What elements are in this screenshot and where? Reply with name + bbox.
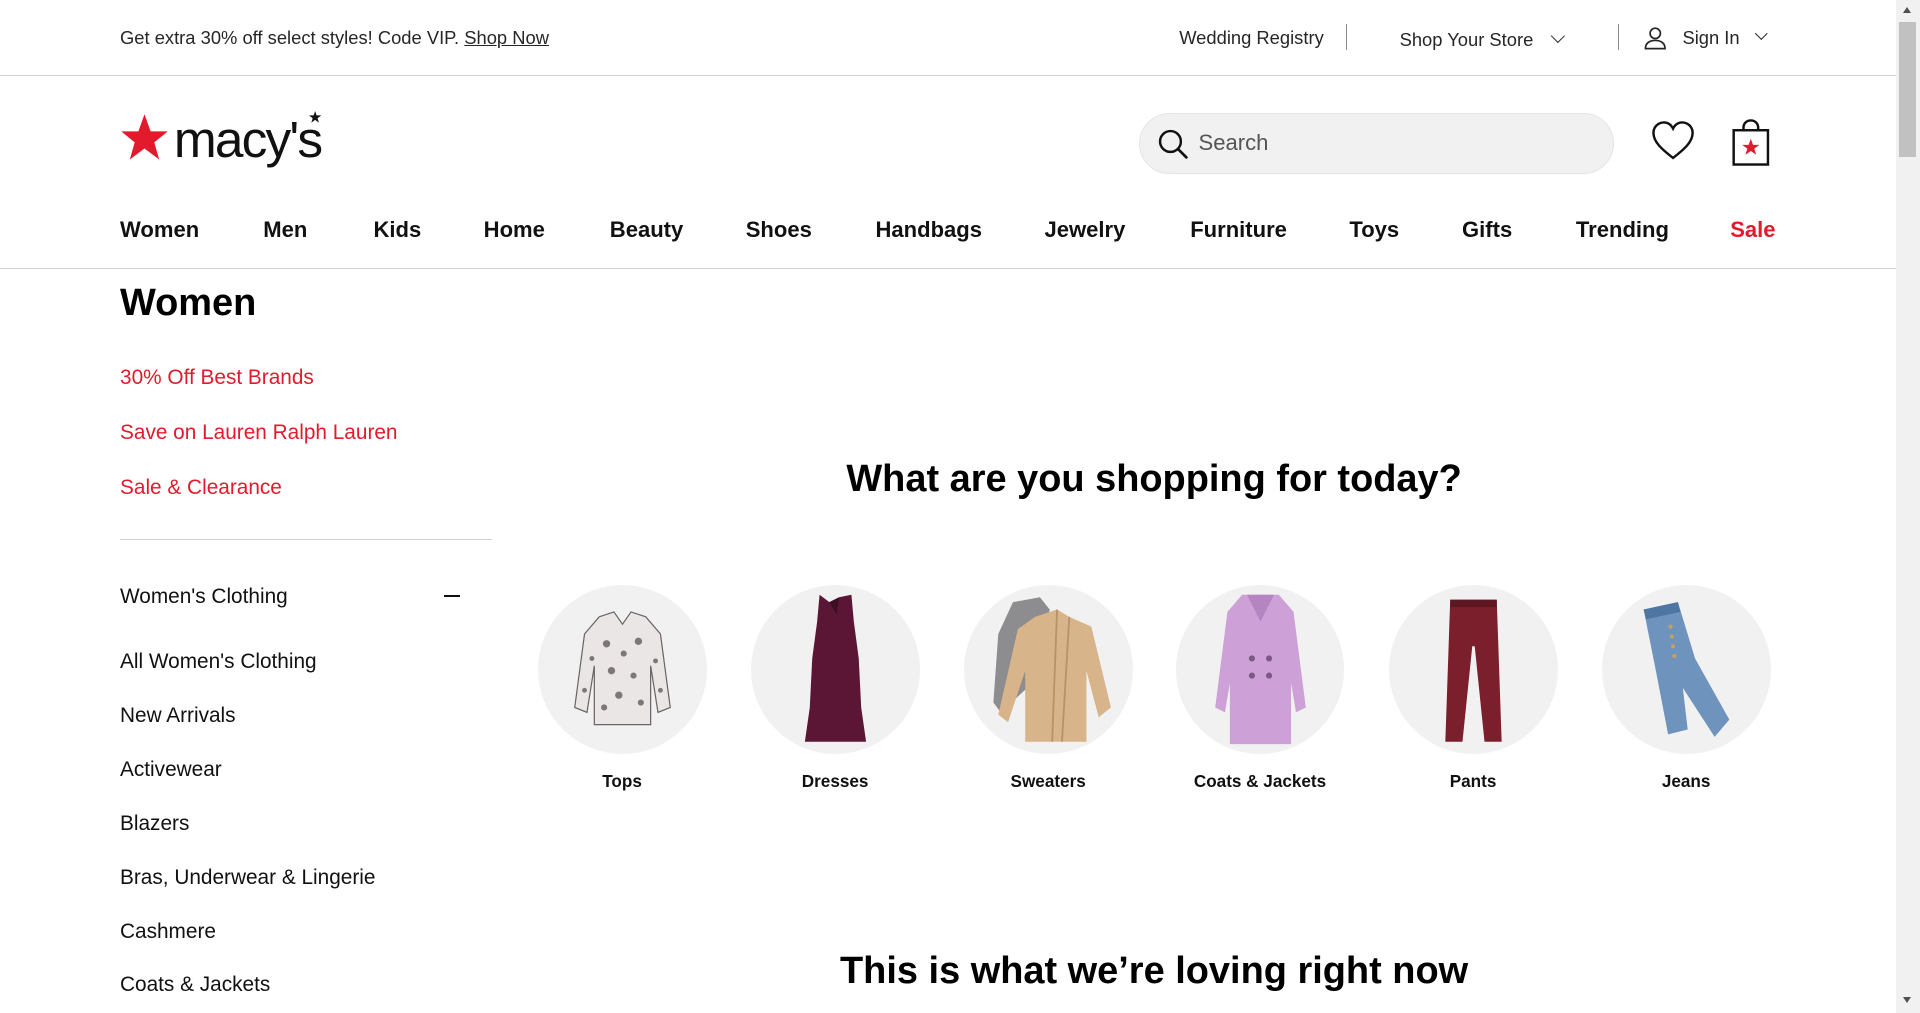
sidebar-item-new-arrivals[interactable]: New Arrivals <box>120 704 236 728</box>
divider <box>120 538 493 540</box>
nav-beauty[interactable]: Beauty <box>610 217 683 243</box>
category-label[interactable]: Pants <box>1389 771 1558 792</box>
promo-link-best-brands[interactable]: 30% Off Best Brands <box>120 366 314 390</box>
nav-trending[interactable]: Trending <box>1576 217 1669 243</box>
search-icon[interactable] <box>1157 128 1189 160</box>
nav-women[interactable]: Women <box>120 217 199 243</box>
nav-home[interactable]: Home <box>484 217 545 243</box>
logo-wordmark: macy's <box>173 109 323 168</box>
category-label[interactable]: Sweaters <box>964 771 1133 792</box>
collapse-icon[interactable] <box>444 595 461 597</box>
nav-handbags[interactable]: Handbags <box>876 217 983 243</box>
promo-banner: Get extra 30% off select styles! Code VI… <box>120 27 549 49</box>
star-icon <box>121 113 168 160</box>
shopping-bag-icon[interactable] <box>1730 118 1772 167</box>
shop-now-link[interactable]: Shop Now <box>464 27 549 48</box>
nav-men[interactable]: Men <box>263 217 307 243</box>
promo-text: Get extra 30% off select styles! Code VI… <box>120 26 460 48</box>
sidebar-item-activewear[interactable]: Activewear <box>120 758 222 782</box>
search-bar[interactable] <box>1138 112 1614 174</box>
divider <box>1345 24 1347 51</box>
sidebar-item-coats-jackets[interactable]: Coats & Jackets <box>120 973 270 997</box>
utility-bar: Get extra 30% off select styles! Code VI… <box>0 0 1896 76</box>
nav-jewelry[interactable]: Jewelry <box>1044 217 1125 243</box>
nav-furniture[interactable]: Furniture <box>1190 217 1287 243</box>
sign-in-link[interactable]: Sign In <box>1682 27 1739 49</box>
loving-now-heading: This is what we’re loving right now <box>840 950 1469 993</box>
category-pants[interactable]: Pants <box>1388 585 1560 791</box>
page-scrollbar[interactable] <box>1895 0 1920 1013</box>
heart-icon[interactable] <box>1651 120 1695 162</box>
search-input[interactable] <box>1198 113 1591 173</box>
promo-link-sale-clearance[interactable]: Sale & Clearance <box>120 476 282 500</box>
promo-link-lauren-ralph-lauren[interactable]: Save on Lauren Ralph Lauren <box>120 421 398 445</box>
category-jeans[interactable]: Jeans <box>1601 585 1773 791</box>
wedding-registry-link[interactable]: Wedding Registry <box>1179 27 1324 49</box>
category-coats-jackets[interactable]: Coats & Jackets <box>1175 585 1347 791</box>
dress-image[interactable] <box>750 585 920 755</box>
category-label[interactable]: Dresses <box>751 771 920 792</box>
category-dresses[interactable]: Dresses <box>750 585 922 791</box>
nav-kids[interactable]: Kids <box>373 217 421 243</box>
chevron-down-icon[interactable] <box>1755 27 1768 40</box>
womens-clothing-section-toggle[interactable]: Women's Clothing <box>120 585 288 609</box>
blouse-image[interactable] <box>537 585 707 755</box>
nav-toys[interactable]: Toys <box>1349 217 1399 243</box>
scroll-up-arrow-icon[interactable] <box>1902 7 1911 14</box>
scrollbar-thumb[interactable] <box>1899 22 1917 157</box>
cardigan-image[interactable] <box>963 585 1133 755</box>
shopping-heading: What are you shopping for today? <box>846 457 1462 500</box>
category-tops[interactable]: Tops <box>537 585 709 791</box>
nav-sale[interactable]: Sale <box>1730 217 1775 243</box>
category-label[interactable]: Tops <box>538 771 707 792</box>
category-label[interactable]: Coats & Jackets <box>1176 771 1345 792</box>
user-icon[interactable] <box>1643 26 1667 50</box>
macys-logo[interactable]: macy's <box>120 108 340 177</box>
category-sweaters[interactable]: Sweaters <box>963 585 1135 791</box>
coat-image[interactable] <box>1175 585 1345 755</box>
category-label[interactable]: Jeans <box>1602 771 1771 792</box>
nav-gifts[interactable]: Gifts <box>1462 217 1512 243</box>
sidebar-item-all-womens-clothing[interactable]: All Women's Clothing <box>120 650 317 674</box>
jeans-image[interactable] <box>1601 585 1771 755</box>
small-star-icon <box>308 111 321 124</box>
page-title: Women <box>120 281 257 324</box>
shop-your-store-label: Shop Your Store <box>1399 29 1534 51</box>
main-navigation: Women Men Kids Home Beauty Shoes Handbag… <box>0 196 1896 270</box>
pants-image[interactable] <box>1388 585 1558 755</box>
sidebar-item-cashmere[interactable]: Cashmere <box>120 920 216 944</box>
divider <box>1617 24 1619 51</box>
chevron-down-icon[interactable] <box>1550 28 1565 43</box>
sidebar-item-bras-underwear-lingerie[interactable]: Bras, Underwear & Lingerie <box>120 866 375 890</box>
sidebar-item-blazers[interactable]: Blazers <box>120 812 189 836</box>
nav-shoes[interactable]: Shoes <box>746 217 812 243</box>
scroll-down-arrow-icon[interactable] <box>1902 996 1911 1003</box>
shop-your-store-dropdown[interactable]: Shop Your Store <box>1400 29 1534 51</box>
